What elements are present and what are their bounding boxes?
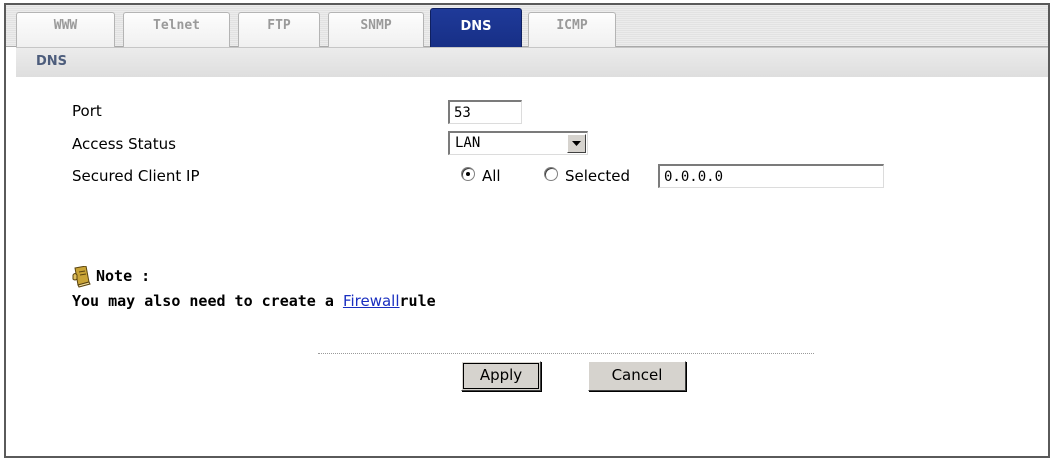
tab-icmp[interactable]: ICMP: [528, 12, 616, 47]
note-title: Note :: [96, 267, 151, 285]
tab-www[interactable]: WWW: [16, 12, 115, 47]
tab-telnet[interactable]: Telnet: [123, 12, 230, 47]
access-status-select[interactable]: LAN: [448, 131, 588, 155]
divider: [318, 353, 814, 354]
radio-all[interactable]: [461, 167, 475, 181]
note-text: You may also need to create a Firewallru…: [72, 292, 436, 310]
dns-config-panel: WWW Telnet FTP SNMP DNS ICMP DNS Port Ac…: [4, 3, 1050, 458]
port-input[interactable]: [448, 100, 522, 124]
radio-selected-label: Selected: [565, 167, 631, 185]
section-title: DNS: [36, 54, 68, 69]
note-text-prefix: You may also need to create a: [72, 292, 343, 310]
note-book-icon: [72, 265, 92, 288]
access-status-value: LAN: [455, 135, 481, 151]
access-status-label: Access Status: [72, 135, 176, 153]
tab-bar: WWW Telnet FTP SNMP DNS ICMP: [6, 5, 1048, 47]
apply-button[interactable]: Apply: [461, 361, 541, 391]
chevron-down-icon[interactable]: [567, 134, 586, 153]
radio-all-label: All: [482, 167, 501, 185]
note-text-suffix: rule: [399, 292, 436, 310]
tab-snmp[interactable]: SNMP: [328, 12, 424, 47]
tab-dns[interactable]: DNS: [430, 8, 522, 47]
section-header: DNS: [16, 47, 1048, 77]
radio-dot: [466, 172, 470, 176]
cancel-button[interactable]: Cancel: [588, 361, 686, 391]
selected-ip-input[interactable]: [658, 164, 884, 188]
firewall-link[interactable]: Firewall: [343, 292, 400, 310]
radio-selected[interactable]: [544, 167, 558, 181]
port-label: Port: [72, 102, 102, 120]
tab-ftp[interactable]: FTP: [238, 12, 320, 47]
secured-client-ip-label: Secured Client IP: [72, 167, 200, 185]
